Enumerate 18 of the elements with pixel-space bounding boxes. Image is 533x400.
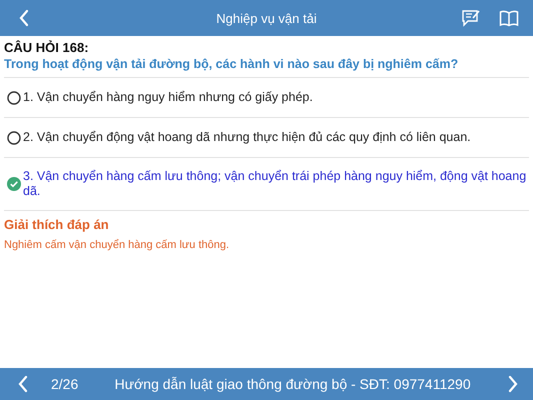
radio-button[interactable] [7, 130, 21, 144]
book-icon[interactable] [499, 10, 519, 26]
back-icon[interactable] [18, 9, 30, 27]
previous-icon[interactable] [17, 375, 29, 393]
question-number: CÂU HỎI 168: [4, 40, 90, 56]
answer-option[interactable]: 3. Vận chuyển hàng cấm lưu thông; vận chuyển trái phép hàng nguy hiểm, động vật hoang dã. [23, 169, 527, 199]
explanation-title: Giải thích đáp án [4, 217, 110, 233]
next-icon[interactable] [506, 375, 519, 393]
radio-button[interactable] [7, 90, 21, 104]
screen-title: Nghiệp vụ vận tải [216, 10, 317, 26]
page-counter: 2/26 [51, 376, 78, 392]
check-circle-icon[interactable] [7, 177, 21, 191]
question-text: Trong hoạt động vận tải đường bộ, các hành vi nào sau đây bị nghiêm cấm? [4, 56, 529, 78]
answer-option[interactable]: 2. Vận chuyển động vật hoang dã nhưng thực hiện đủ các quy định có liên quan. [23, 130, 471, 145]
answer-option[interactable]: 1. Vận chuyển hàng nguy hiểm nhưng có giấy phép. [23, 90, 313, 105]
note-edit-icon[interactable] [461, 9, 481, 27]
footer-text: Hướng dẫn luật giao thông đường bộ - SĐT: 0977411290 [114, 376, 471, 392]
explanation-text: Nghiêm cấm vận chuyển hàng cấm lưu thông. [4, 239, 230, 251]
